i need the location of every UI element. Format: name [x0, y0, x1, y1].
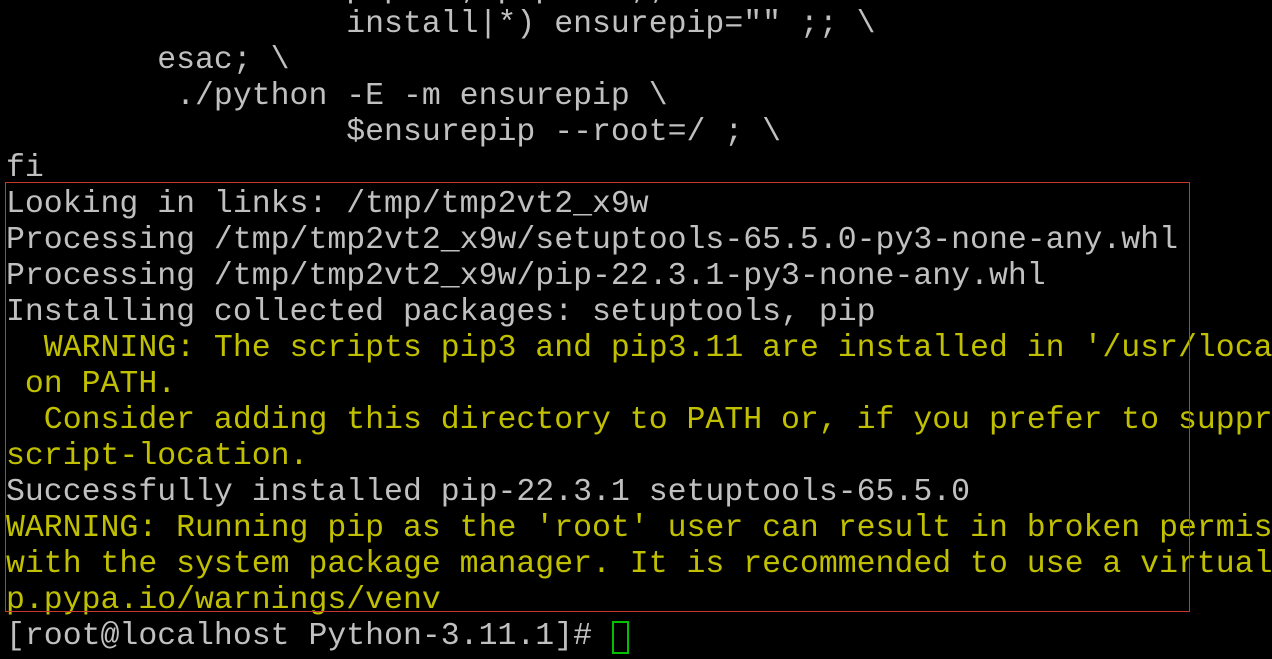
- terminal-line: Processing /tmp/tmp2vt2_x9w/setuptools-6…: [6, 223, 1178, 258]
- terminal-line: $ensurepip --root=/ ; \: [6, 115, 782, 150]
- warning-line: WARNING: Running pip as the 'root' user …: [6, 511, 1272, 546]
- warning-line: p.pypa.io/warnings/venv: [6, 583, 441, 618]
- terminal-line: Looking in links: /tmp/tmp2vt2_x9w: [6, 187, 649, 222]
- warning-line: on PATH.: [6, 367, 177, 402]
- warning-line: Consider adding this directory to PATH o…: [43, 403, 1272, 438]
- terminal-cursor[interactable]: [612, 621, 629, 654]
- terminal-window[interactable]: pip...; pip ...;; \ install|*) ensurepip…: [0, 0, 1272, 659]
- terminal-line: Processing /tmp/tmp2vt2_x9w/pip-22.3.1-p…: [6, 259, 1046, 294]
- shell-prompt: [root@localhost Python-3.11.1]#: [6, 619, 611, 654]
- terminal-line: Installing collected packages: setuptool…: [6, 295, 876, 330]
- terminal-line: Successfully installed pip-22.3.1 setupt…: [6, 475, 971, 510]
- terminal-line: fi: [6, 151, 44, 186]
- terminal-line: ./python -E -m ensurepip \: [6, 79, 668, 114]
- terminal-line: install|*) ensurepip="" ;; \: [6, 7, 876, 42]
- warning-line: script-location.: [6, 439, 309, 474]
- terminal-line: esac; \: [6, 43, 290, 78]
- warning-line: WARNING: The scripts pip3 and pip3.11 ar…: [43, 331, 1272, 366]
- warning-line: with the system package manager. It is r…: [6, 547, 1272, 582]
